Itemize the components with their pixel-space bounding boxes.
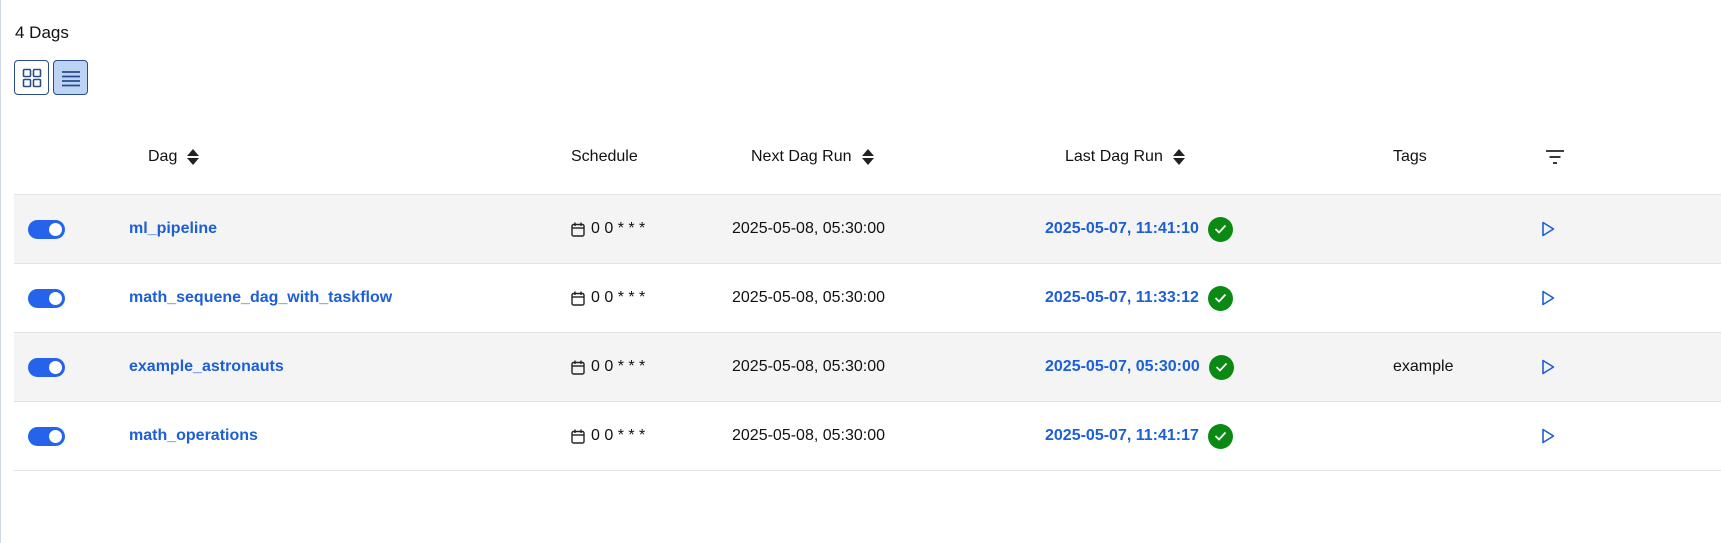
schedule-text: 0 0 * * * bbox=[591, 220, 646, 237]
list-view-button[interactable] bbox=[53, 60, 88, 95]
dag-enabled-toggle[interactable] bbox=[28, 264, 65, 332]
trigger-dag-play-icon[interactable] bbox=[1541, 359, 1555, 375]
schedule-cell: 0 0 * * * bbox=[571, 289, 645, 307]
schedule-cell: 0 0 * * * bbox=[571, 358, 645, 376]
table-row: ml_pipeline 0 0 * * * 2025-05-08, 05:30:… bbox=[14, 195, 1721, 264]
dag-name-link[interactable]: math_operations bbox=[129, 427, 258, 445]
column-header-dag-label: Dag bbox=[148, 148, 178, 165]
dag-name-link[interactable]: math_sequene_dag_with_taskflow bbox=[129, 289, 392, 307]
last-run-link[interactable]: 2025-05-07, 11:33:12 bbox=[1045, 289, 1199, 307]
table-row: math_sequene_dag_with_taskflow 0 0 * * *… bbox=[14, 264, 1721, 333]
dag-count-heading: 4 Dags bbox=[15, 23, 69, 42]
success-check-icon bbox=[1207, 285, 1233, 311]
schedule-text: 0 0 * * * bbox=[591, 427, 646, 444]
column-header-next-dag-run[interactable]: Next Dag Run bbox=[751, 120, 875, 194]
success-check-icon bbox=[1207, 216, 1233, 242]
column-header-schedule: Schedule bbox=[571, 148, 638, 165]
trigger-dag-play-icon[interactable] bbox=[1541, 428, 1555, 444]
dag-enabled-toggle[interactable] bbox=[28, 333, 65, 401]
table-row: example_astronauts 0 0 * * * 2025-05-08,… bbox=[14, 333, 1721, 402]
calendar-icon bbox=[571, 222, 585, 237]
column-header-last-dag-run[interactable]: Last Dag Run bbox=[1065, 120, 1186, 194]
left-border bbox=[0, 0, 1, 543]
dag-name-link[interactable]: example_astronauts bbox=[129, 358, 284, 376]
trigger-dag-play-icon[interactable] bbox=[1541, 290, 1555, 306]
list-icon bbox=[61, 70, 80, 86]
dag-name-link[interactable]: ml_pipeline bbox=[129, 220, 217, 238]
last-run-link[interactable]: 2025-05-07, 11:41:17 bbox=[1045, 427, 1199, 445]
next-run-text: 2025-05-08, 05:30:00 bbox=[732, 289, 886, 306]
next-run-text: 2025-05-08, 05:30:00 bbox=[732, 220, 886, 237]
last-run-link[interactable]: 2025-05-07, 11:41:10 bbox=[1045, 220, 1199, 238]
calendar-icon bbox=[571, 291, 585, 306]
filter-icon[interactable] bbox=[1545, 120, 1565, 194]
dag-enabled-toggle[interactable] bbox=[28, 195, 65, 263]
schedule-text: 0 0 * * * bbox=[591, 289, 646, 306]
column-header-last-dag-run-label: Last Dag Run bbox=[1065, 148, 1163, 165]
card-view-button[interactable] bbox=[14, 60, 49, 95]
table-row: math_operations 0 0 * * * 2025-05-08, 05… bbox=[14, 402, 1721, 471]
trigger-dag-play-icon[interactable] bbox=[1541, 221, 1555, 237]
column-header-next-dag-run-label: Next Dag Run bbox=[751, 148, 852, 165]
sort-icon[interactable] bbox=[861, 148, 875, 166]
success-check-icon bbox=[1208, 354, 1234, 380]
next-run-text: 2025-05-08, 05:30:00 bbox=[732, 358, 886, 375]
column-header-tags: Tags bbox=[1393, 148, 1427, 165]
dag-enabled-toggle[interactable] bbox=[28, 402, 65, 470]
schedule-cell: 0 0 * * * bbox=[571, 220, 645, 238]
schedule-cell: 0 0 * * * bbox=[571, 427, 645, 445]
last-run-link[interactable]: 2025-05-07, 05:30:00 bbox=[1045, 358, 1200, 376]
sort-icon[interactable] bbox=[1172, 148, 1186, 166]
calendar-icon bbox=[571, 429, 585, 444]
view-toggle bbox=[14, 60, 88, 95]
column-header-dag[interactable]: Dag bbox=[148, 120, 200, 194]
table-header: Dag Schedule Next Dag Run Last Dag Run T… bbox=[14, 120, 1721, 195]
sort-icon[interactable] bbox=[186, 148, 200, 166]
calendar-icon bbox=[571, 360, 585, 375]
dags-table: Dag Schedule Next Dag Run Last Dag Run T… bbox=[14, 120, 1721, 471]
tag-label: example bbox=[1393, 358, 1454, 375]
next-run-text: 2025-05-08, 05:30:00 bbox=[732, 427, 886, 444]
grid-icon bbox=[22, 68, 41, 87]
success-check-icon bbox=[1207, 423, 1233, 449]
schedule-text: 0 0 * * * bbox=[591, 358, 646, 375]
